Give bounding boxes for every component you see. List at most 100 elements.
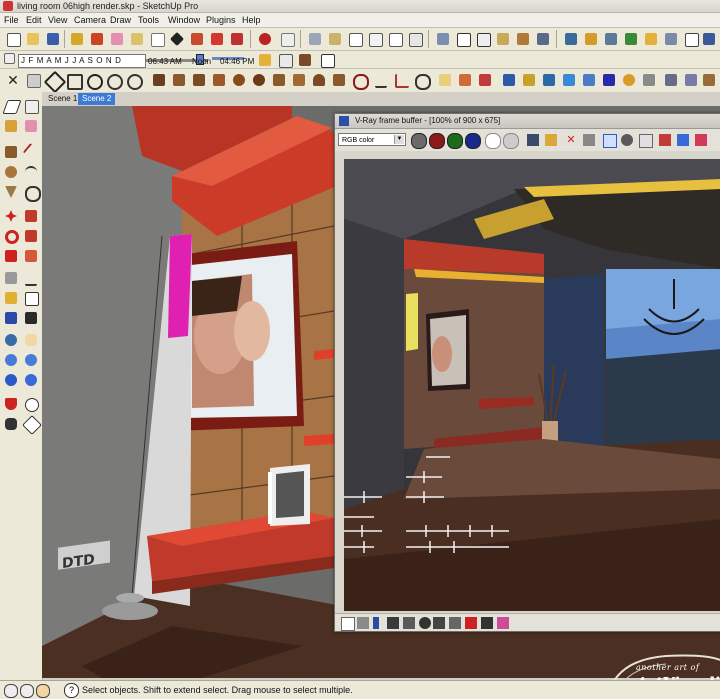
curve-icon[interactable] [412,71,431,90]
layer-icon[interactable] [622,30,640,48]
polygon-tool-icon[interactable] [3,184,19,200]
monochrome-icon[interactable] [534,30,552,48]
pan-tool-icon[interactable] [23,332,39,348]
month-slider[interactable]: J F M A M J J A S O N D [18,54,146,68]
select-tool-icon[interactable] [2,98,22,114]
walk-tool-icon[interactable] [3,416,19,432]
clear-image-icon[interactable]: ✕ [565,134,577,146]
spiral-icon[interactable] [124,71,143,90]
paint-tool-icon[interactable] [3,118,19,134]
color-corrections-icon[interactable] [659,134,671,146]
lut-icon[interactable] [677,134,689,146]
arc-tool-icon[interactable] [23,164,39,180]
channel-select[interactable]: RGB color ▼ [338,133,406,146]
cylinder-primitive-icon[interactable] [190,71,208,89]
back-view-icon[interactable] [386,30,404,48]
track-mouse-icon[interactable] [603,134,617,148]
orbit-tool-icon[interactable] [3,332,19,348]
polyline-icon[interactable] [392,71,410,89]
vray-ies-light-icon[interactable] [620,71,638,89]
blue-channel-button[interactable] [465,133,481,149]
section-plane-icon[interactable] [582,30,600,48]
grid-snap-icon[interactable] [24,71,42,89]
freehand-tool-icon[interactable] [23,184,41,202]
paint-bucket-icon[interactable] [88,30,106,48]
bezier-icon[interactable] [350,71,369,90]
menu-camera[interactable]: Camera [74,13,106,27]
dimension-icon[interactable] [700,30,718,48]
open-file-icon[interactable] [24,30,42,48]
follow-me-tool-icon[interactable] [23,228,39,244]
levels-icon[interactable] [419,617,431,629]
menu-edit[interactable]: Edit [26,13,42,27]
tape-measure-icon[interactable] [128,30,146,48]
follow-me-icon[interactable] [208,30,226,48]
show-corrections-icon[interactable] [341,617,355,631]
orbit-icon[interactable] [256,30,274,48]
menu-window[interactable]: Window [168,13,200,27]
menu-draw[interactable]: Draw [110,13,131,27]
green-channel-button[interactable] [447,133,463,149]
vray-infinite-plane-icon[interactable] [682,71,700,89]
next-scene-icon[interactable] [276,51,294,69]
front-view-icon[interactable] [346,30,364,48]
teapot-render-icon[interactable] [621,134,633,146]
vray-sphere-light-icon[interactable] [580,71,598,89]
box-primitive-icon[interactable] [170,71,188,89]
close-icon[interactable]: ✕ [4,71,22,89]
curves-icon[interactable] [449,617,461,629]
polygon-icon[interactable] [64,71,83,90]
zoom-tool-icon[interactable] [3,352,19,368]
compare-split-icon[interactable] [481,617,493,629]
vray-dome-icon[interactable] [662,71,680,89]
vray-fur-icon[interactable] [700,71,718,89]
alpha-channel-button[interactable] [485,133,501,149]
wireframe-icon[interactable] [454,30,472,48]
vray-render-icon[interactable] [520,71,538,89]
vray-frame-buffer-window[interactable]: V-Ray frame buffer - [100% of 900 x 675]… [334,113,720,632]
section-plane-tool-icon[interactable] [22,415,42,435]
axes-tool-icon[interactable] [3,310,19,326]
color-channels-icon[interactable] [411,133,427,149]
region-render-icon[interactable] [639,134,653,148]
pyramid-primitive-icon[interactable] [270,71,288,89]
redo-icon[interactable] [296,51,314,69]
left-view-icon[interactable] [406,30,424,48]
help-icon[interactable]: ? [64,683,79,698]
text-tool-icon[interactable] [148,30,166,48]
duplicate-icon[interactable] [583,134,595,146]
arc-icon[interactable] [84,71,103,90]
zoom-extents-tool-icon[interactable] [3,372,19,388]
load-image-icon[interactable] [545,134,557,146]
push-pull-icon[interactable] [188,30,206,48]
sandbox-icon[interactable] [562,30,580,48]
compare-icon[interactable] [465,617,477,629]
info-icon[interactable] [373,617,379,629]
shadow-settings-icon[interactable] [2,51,16,65]
xray-icon[interactable] [434,30,452,48]
rotate-icon[interactable] [104,71,123,90]
scale-tool-icon[interactable] [3,248,19,264]
red-channel-button[interactable] [429,133,445,149]
cone-primitive-icon[interactable] [210,71,228,89]
fillet-icon[interactable] [150,71,168,89]
menu-tools[interactable]: Tools [138,13,159,27]
dimension-tool-icon[interactable] [23,270,39,286]
new-file-icon[interactable] [4,30,22,48]
menu-help[interactable]: Help [242,13,261,27]
iso-view-icon[interactable] [306,30,324,48]
position-camera-tool-icon[interactable] [3,396,19,412]
make-component-tool-icon[interactable] [23,98,39,114]
rectangle-tool-icon[interactable] [3,144,19,160]
home-icon[interactable] [318,51,336,69]
geo-location-icon[interactable] [4,684,18,698]
vray-light-icon[interactable] [560,71,578,89]
vray-proxy-icon[interactable] [640,71,658,89]
line-tool-icon[interactable] [22,142,42,162]
rectangle-icon[interactable] [43,70,67,94]
sphere-primitive-icon[interactable] [230,71,248,89]
torus-primitive-icon[interactable] [250,71,268,89]
menu-view[interactable]: View [48,13,67,27]
protractor-tool-icon[interactable] [3,290,19,306]
joint-push-pull-icon[interactable] [436,71,454,89]
